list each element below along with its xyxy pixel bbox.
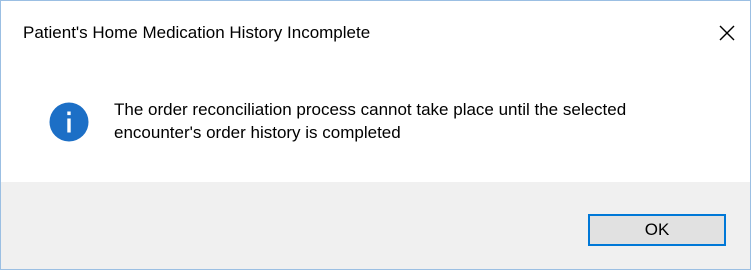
dialog-message: The order reconciliation process cannot … [114,98,714,144]
message-line-2: encounter's order history is completed [114,123,401,142]
dialog-footer: OK [1,182,750,269]
ok-button[interactable]: OK [588,214,726,246]
message-line-1: The order reconciliation process cannot … [114,100,627,119]
information-icon [49,102,89,142]
dialog-title: Patient's Home Medication History Incomp… [23,23,371,42]
dialog-content: The order reconciliation process cannot … [1,65,750,182]
close-button[interactable] [704,1,750,65]
title-bar: Patient's Home Medication History Incomp… [1,1,750,65]
message-dialog: Patient's Home Medication History Incomp… [0,0,751,270]
close-icon [719,25,735,41]
